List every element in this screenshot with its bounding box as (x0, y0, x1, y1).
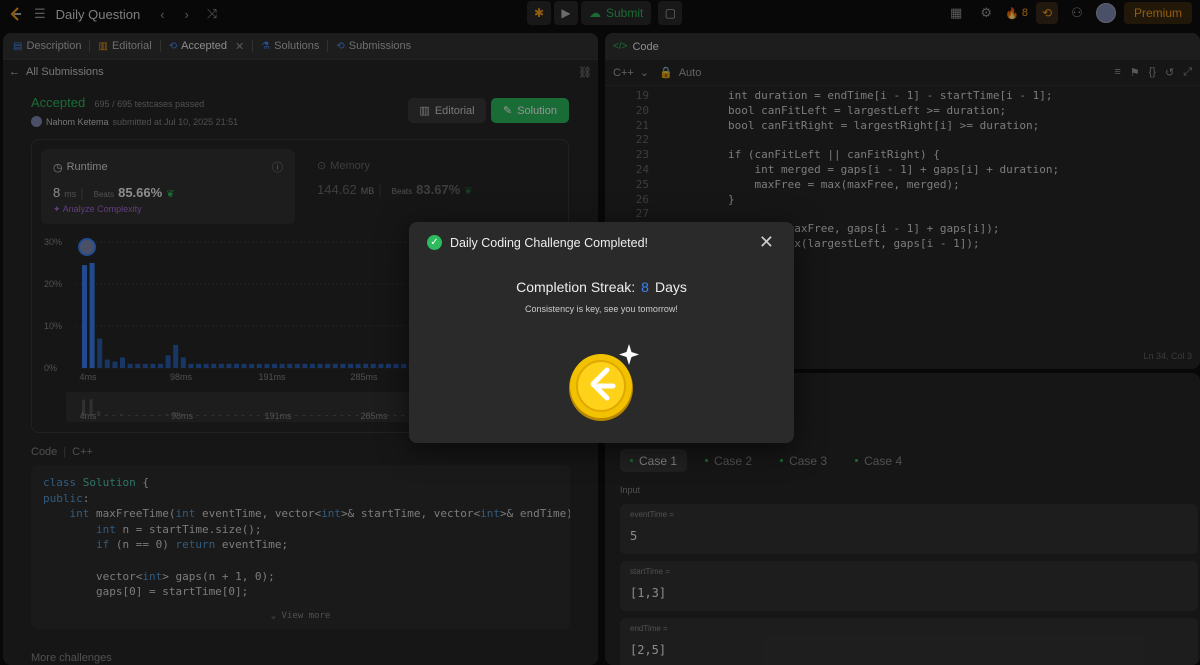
streak-suffix: Days (654, 279, 687, 295)
check-circle-icon: ✓ (427, 235, 442, 250)
streak-number: 8 (641, 279, 649, 295)
modal-title: Daily Coding Challenge Completed! (450, 235, 649, 250)
leetcode-coin-icon (569, 344, 639, 421)
streak-prefix: Completion Streak: (516, 279, 636, 295)
close-icon[interactable]: ✕ (759, 232, 774, 252)
modal-subtitle: Consistency is key, see you tomorrow! (525, 304, 678, 314)
daily-challenge-modal: ✓ Daily Coding Challenge Completed! ✕ Co… (409, 222, 794, 443)
completion-streak: Completion Streak: 8 Days (409, 279, 794, 295)
